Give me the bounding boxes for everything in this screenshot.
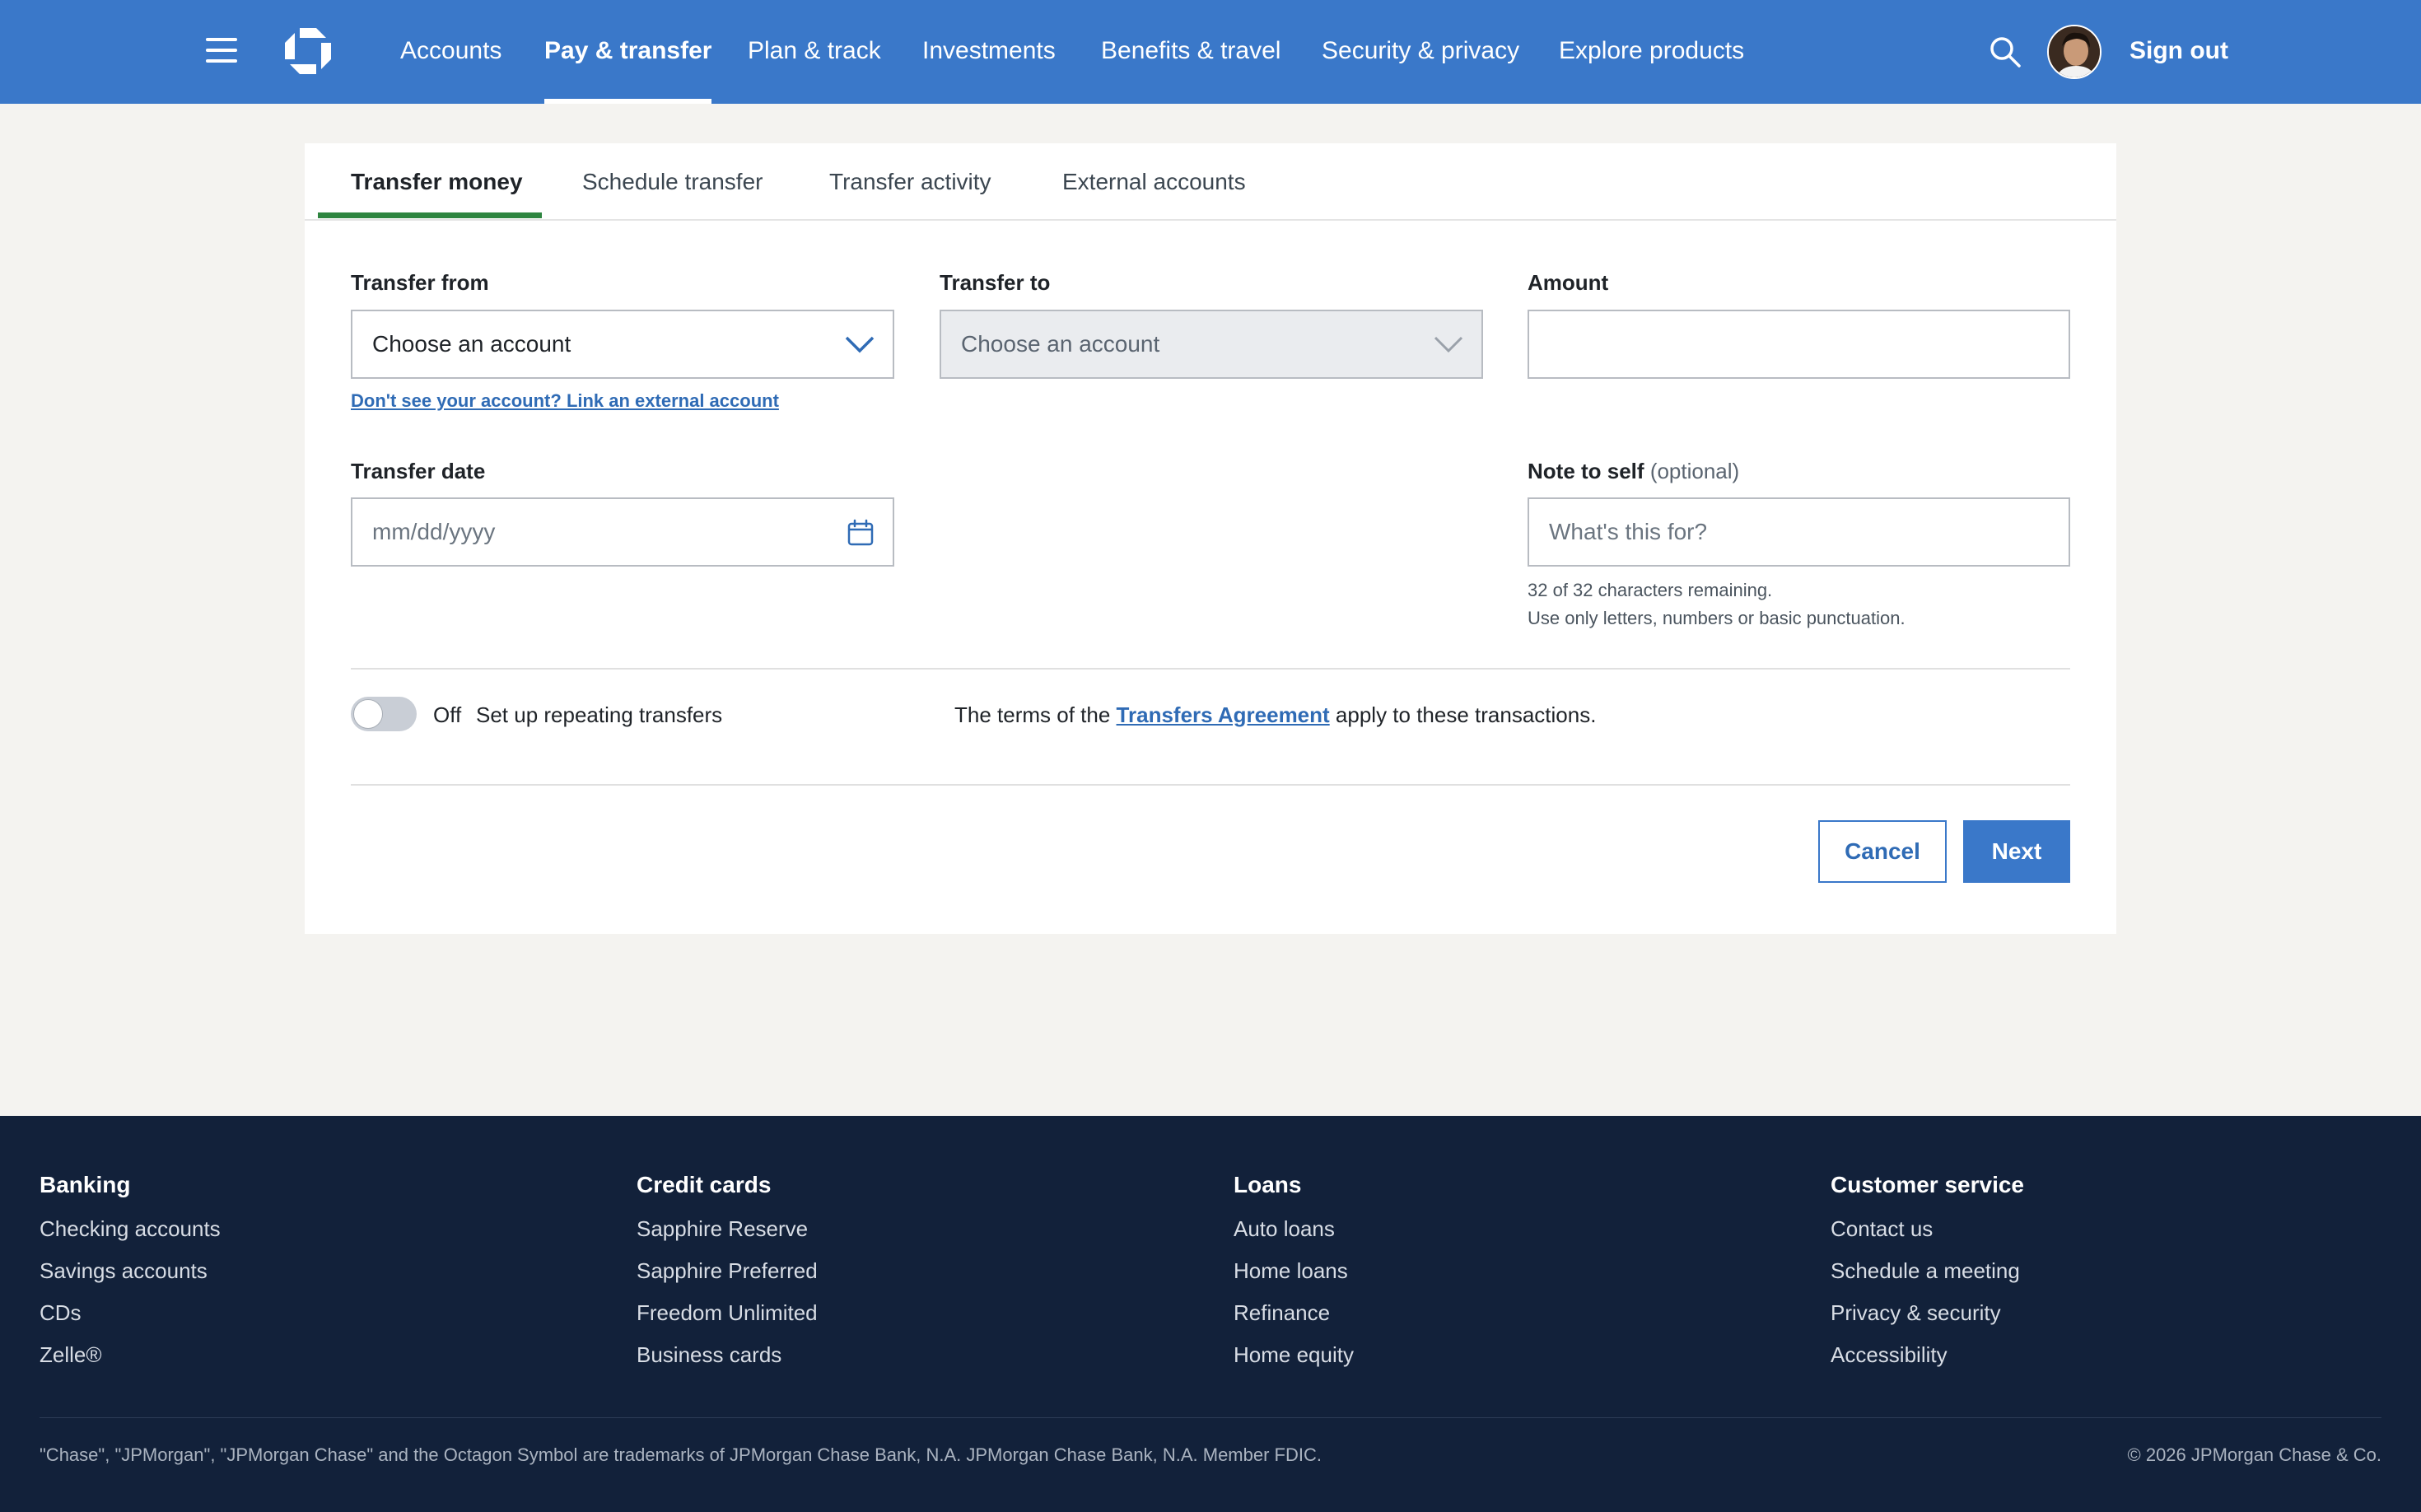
footer-heading: Credit cards	[637, 1172, 772, 1197]
footer-link[interactable]: Home equity	[1234, 1344, 1354, 1386]
tab-transfer-money[interactable]: Transfer money	[351, 143, 523, 221]
amount-input-wrapper	[1528, 310, 2070, 379]
footer-link[interactable]: Zelle®	[40, 1344, 221, 1386]
section-divider	[351, 784, 2070, 786]
footer-column-loans: Loans Auto loans Home loans Refinance Ho…	[1234, 1172, 1354, 1386]
transfer-card: Transfer money Schedule transfer Transfe…	[305, 143, 2116, 934]
footer-legal-text: "Chase", "JPMorgan", "JPMorgan Chase" an…	[40, 1444, 1322, 1465]
footer-heading: Banking	[40, 1172, 131, 1197]
next-button[interactable]: Next	[1963, 820, 2070, 883]
footer-link[interactable]: Contact us	[1831, 1218, 2024, 1260]
note-label: Note to self (optional)	[1528, 459, 1739, 484]
nav-pay-transfer[interactable]: Pay & transfer	[544, 0, 712, 104]
top-navigation-bar: Accounts Pay & transfer Plan & track Inv…	[0, 0, 2421, 104]
nav-pay-transfer-label: Pay & transfer	[544, 37, 712, 64]
note-characters-remaining: 32 of 32 characters remaining.	[1528, 580, 1773, 600]
transfer-date-wrapper	[351, 497, 894, 567]
link-external-account-link[interactable]: Don't see your account? Link an external…	[351, 390, 779, 412]
footer-column-credit-cards: Credit cards Sapphire Reserve Sapphire P…	[637, 1172, 818, 1386]
tab-external-accounts[interactable]: External accounts	[1062, 143, 1246, 221]
terms-text-after: apply to these transactions.	[1335, 702, 1597, 727]
footer-heading: Customer service	[1831, 1172, 2025, 1197]
chevron-down-icon	[1434, 336, 1463, 353]
user-avatar-icon	[2049, 26, 2100, 77]
footer-link[interactable]: Checking accounts	[40, 1218, 221, 1260]
footer-link[interactable]: CDs	[40, 1302, 221, 1344]
footer-link[interactable]: Auto loans	[1234, 1218, 1354, 1260]
transfer-to-select[interactable]: Choose an account	[940, 310, 1483, 379]
footer-divider	[40, 1417, 2381, 1418]
active-nav-indicator	[544, 99, 712, 104]
nav-security-privacy[interactable]: Security & privacy	[1322, 0, 1519, 104]
footer-copyright: © 2026 JPMorgan Chase & Co.	[2127, 1444, 2381, 1465]
footer-link[interactable]: Privacy & security	[1831, 1302, 2024, 1344]
toggle-state-text: Off	[433, 702, 462, 727]
note-input-wrapper	[1528, 497, 2070, 567]
search-icon[interactable]	[1988, 35, 2022, 69]
repeat-transfers-toggle[interactable]	[351, 697, 417, 731]
hamburger-menu-icon[interactable]	[206, 38, 237, 63]
section-divider	[351, 668, 2070, 670]
terms-text-before: The terms of the	[954, 702, 1111, 727]
note-optional-text: (optional)	[1649, 459, 1740, 483]
footer-link[interactable]: Sapphire Preferred	[637, 1260, 818, 1302]
transfer-date-label: Transfer date	[351, 459, 486, 483]
amount-label: Amount	[1528, 270, 1609, 295]
repeat-transfers-label: Set up repeating transfers	[476, 702, 723, 727]
nav-explore-products[interactable]: Explore products	[1559, 0, 1744, 104]
site-footer: Banking Checking accounts Savings accoun…	[0, 1116, 2421, 1512]
nav-benefits-travel[interactable]: Benefits & travel	[1101, 0, 1280, 104]
toggle-knob	[353, 699, 383, 729]
tab-schedule-transfer[interactable]: Schedule transfer	[582, 143, 763, 221]
terms-text: The terms of the Transfers Agreement app…	[954, 702, 1596, 728]
transfer-date-input[interactable]	[372, 499, 833, 565]
footer-link[interactable]: Savings accounts	[40, 1260, 221, 1302]
transfer-tabs: Transfer money Schedule transfer Transfe…	[305, 143, 2116, 221]
footer-link[interactable]: Schedule a meeting	[1831, 1260, 2024, 1302]
footer-link[interactable]: Freedom Unlimited	[637, 1302, 818, 1344]
sign-out-link[interactable]: Sign out	[2129, 0, 2228, 104]
transfer-to-value: Choose an account	[961, 331, 1160, 357]
footer-link[interactable]: Refinance	[1234, 1302, 1354, 1344]
transfer-from-label: Transfer from	[351, 270, 489, 295]
footer-link[interactable]: Sapphire Reserve	[637, 1218, 818, 1260]
nav-investments[interactable]: Investments	[922, 0, 1056, 104]
transfer-to-label: Transfer to	[940, 270, 1051, 295]
cancel-button[interactable]: Cancel	[1818, 820, 1947, 883]
amount-input[interactable]	[1549, 311, 2049, 377]
transfer-from-value: Choose an account	[372, 331, 571, 357]
calendar-icon[interactable]	[847, 519, 875, 547]
footer-link[interactable]: Home loans	[1234, 1260, 1354, 1302]
footer-link[interactable]: Business cards	[637, 1344, 818, 1386]
note-input[interactable]	[1549, 499, 2049, 565]
transfers-agreement-link[interactable]: Transfers Agreement	[1117, 702, 1330, 727]
footer-column-banking: Banking Checking accounts Savings accoun…	[40, 1172, 221, 1386]
note-rules-text: Use only letters, numbers or basic punct…	[1528, 608, 1906, 628]
avatar[interactable]	[2047, 25, 2101, 79]
footer-link[interactable]: Accessibility	[1831, 1344, 2024, 1386]
chevron-down-icon	[845, 336, 875, 353]
transfer-from-select[interactable]: Choose an account	[351, 310, 894, 379]
nav-accounts[interactable]: Accounts	[400, 0, 501, 104]
footer-heading: Loans	[1234, 1172, 1302, 1197]
footer-column-customer-service: Customer service Contact us Schedule a m…	[1831, 1172, 2024, 1386]
active-tab-indicator	[318, 212, 542, 218]
note-label-text: Note to self	[1528, 459, 1644, 483]
nav-plan-track[interactable]: Plan & track	[748, 0, 881, 104]
tab-transfer-activity[interactable]: Transfer activity	[829, 143, 991, 221]
chase-logo-icon[interactable]	[283, 26, 333, 76]
